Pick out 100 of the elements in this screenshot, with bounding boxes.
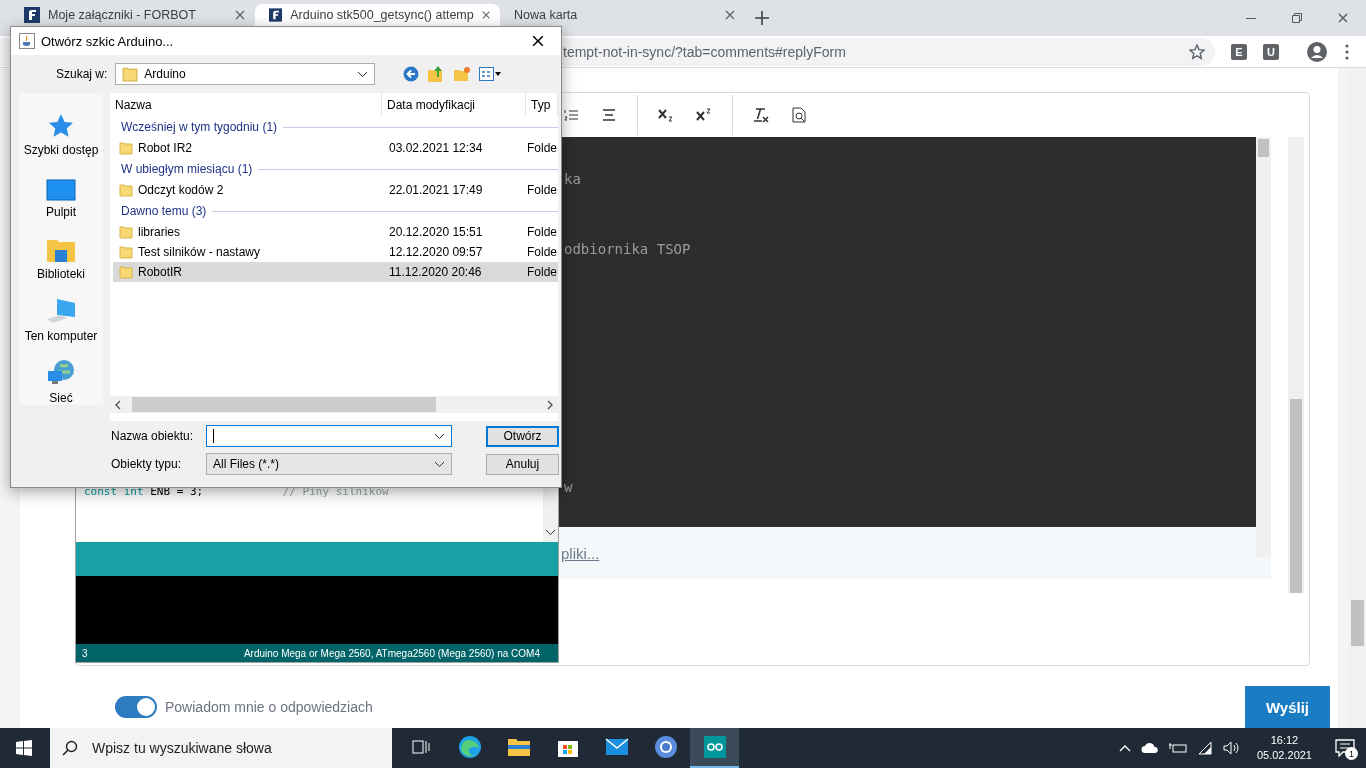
url-text: tempt-not-in-sync/?tab=comments#replyForm — [563, 43, 847, 60]
network-icon — [46, 359, 76, 387]
folder-icon — [506, 737, 531, 757]
group-header[interactable]: Wcześniej w tym tygodniu (1) — [121, 120, 278, 134]
notify-toggle[interactable] — [115, 696, 157, 718]
browser-icon — [457, 735, 482, 759]
dropdown-chevron-icon[interactable] — [434, 432, 445, 440]
libraries-folder-icon — [46, 237, 76, 263]
code-line: odbiornika TSOP — [564, 241, 692, 257]
folder-icon — [119, 183, 133, 197]
tab-title: Arduino stk500_getsync() attemp — [290, 8, 474, 22]
dropdown-chevron-icon[interactable] — [434, 460, 445, 468]
notification-count: 1 — [1345, 747, 1358, 760]
file-type: Folde — [527, 141, 558, 155]
file-row[interactable]: Odczyt kodów 2 22.01.2021 17:49 Folde — [113, 180, 558, 200]
column-header[interactable]: Nazwa — [110, 93, 382, 116]
align-center-icon[interactable] — [602, 109, 616, 121]
group-header[interactable]: Dawno temu (3) — [121, 204, 207, 218]
toggle-label: Powiadom mnie o odpowiedziach — [165, 699, 373, 715]
computer-icon — [45, 297, 77, 325]
scroll-right-icon — [546, 399, 554, 410]
dropdown-chevron-icon[interactable] — [357, 70, 369, 78]
file-date: 11.12.2020 20:46 — [389, 265, 482, 279]
speech-bubble-icon — [1335, 739, 1355, 757]
code-line: ka — [564, 171, 582, 187]
filename-label: Nazwa obiektu: — [111, 429, 195, 443]
file-row[interactable]: Robot IR2 03.02.2021 12:34 Folde — [113, 138, 558, 158]
file-type: Folde — [527, 225, 558, 239]
folder-icon — [119, 245, 133, 259]
open-button[interactable]: Otwórz — [486, 425, 559, 447]
volume-icon[interactable] — [1222, 741, 1239, 755]
file-row[interactable]: Test silników - nastawy 12.12.2020 09:57 Folde — [113, 242, 558, 262]
scrollbar[interactable] — [1288, 137, 1304, 593]
taskbar-app[interactable] — [690, 728, 739, 768]
page-scrollbar[interactable] — [1349, 68, 1366, 728]
file-row[interactable]: RobotIR 11.12.2020 20:46 Folde — [113, 262, 558, 282]
column-header[interactable]: Data modyfikacji — [382, 93, 526, 116]
folder-icon — [119, 225, 133, 239]
back-arrow-icon[interactable] — [403, 66, 420, 82]
extension-button[interactable]: E — [1231, 43, 1247, 60]
scrollbar[interactable] — [1256, 137, 1271, 557]
preview-icon[interactable] — [792, 107, 806, 123]
tab-close-icon[interactable] — [235, 10, 245, 20]
mail-icon — [604, 738, 629, 756]
site-logo-icon — [269, 7, 283, 23]
profile-button[interactable] — [1307, 41, 1327, 62]
folder-icon — [119, 265, 133, 279]
superscript-icon[interactable] — [696, 108, 712, 122]
clock[interactable]: 16:12 05.02.2021 — [1256, 733, 1312, 763]
tab-close-icon[interactable] — [481, 10, 490, 20]
extension-button[interactable]: U — [1263, 43, 1279, 60]
numbered-list-icon[interactable] — [564, 109, 578, 121]
new-tab-button[interactable] — [755, 11, 769, 25]
submit-button[interactable]: Wyślij — [1245, 686, 1330, 728]
board-info: Arduino Mega or Mega 2560, ATmega2560 (Mega 2560) na COM4 — [243, 647, 540, 659]
plus-icon — [755, 11, 769, 25]
java-cup-icon — [19, 33, 35, 49]
taskbar-search-field[interactable]: Wpisz tu wyszukiwane słowa — [50, 728, 392, 768]
tab-close-icon[interactable] — [725, 10, 735, 20]
chrome-icon — [653, 735, 678, 759]
file-name: RobotIR — [138, 265, 183, 279]
horizontal-scrollbar[interactable] — [110, 396, 558, 413]
menu-button[interactable] — [1345, 43, 1349, 60]
column-header[interactable]: Typ — [526, 93, 558, 116]
avatar-icon — [1307, 41, 1327, 62]
file-name: Robot IR2 — [138, 141, 193, 155]
clear-format-icon[interactable] — [753, 107, 769, 123]
file-name: Test silników - nastawy — [138, 245, 261, 259]
tab-title: Moje załączniki - FORBOT — [48, 8, 197, 22]
star-icon — [47, 113, 75, 139]
file-type: Folde — [527, 265, 558, 279]
desktop-icon — [46, 179, 76, 201]
file-date: 20.12.2020 15:51 — [389, 225, 483, 239]
bookmark-star-icon[interactable] — [1189, 43, 1205, 60]
scroll-down-icon[interactable] — [545, 529, 556, 536]
chevron-up-icon[interactable] — [1118, 744, 1131, 752]
tab-title: Nowa karta — [514, 8, 579, 22]
cloud-icon[interactable] — [1140, 742, 1159, 754]
filetype-dropdown[interactable]: All Files (*.*) — [206, 453, 452, 475]
file-row[interactable]: libraries 20.12.2020 15:51 Folde — [113, 222, 558, 242]
subscript-icon[interactable] — [658, 108, 674, 122]
look-in-dropdown[interactable]: Arduino — [115, 63, 376, 85]
windows-logo-icon — [16, 740, 32, 756]
notifications-button[interactable]: 1 — [1330, 728, 1360, 768]
filename-field[interactable] — [206, 425, 452, 447]
kebab-menu-icon — [1345, 43, 1349, 60]
folder-icon — [119, 141, 133, 155]
battery-icon[interactable] — [1168, 742, 1187, 754]
file-date: 22.01.2021 17:49 — [389, 183, 483, 197]
close-icon[interactable] — [532, 35, 544, 47]
browser-tab[interactable]: Moje załączniki - FORBOT — [10, 4, 255, 36]
filetype-label: Obiekty typu: — [111, 457, 183, 471]
view-menu-icon[interactable] — [479, 67, 502, 81]
cancel-button[interactable]: Anuluj — [486, 453, 559, 475]
site-logo-icon — [24, 7, 40, 23]
line-number: 3 — [82, 647, 88, 659]
group-header[interactable]: W ubiegłym miesiącu (1) — [121, 162, 253, 176]
restore-icon — [1292, 13, 1302, 23]
file-date: 03.02.2021 12:34 — [389, 141, 483, 155]
browser-tab[interactable]: Nowa karta — [500, 4, 745, 36]
